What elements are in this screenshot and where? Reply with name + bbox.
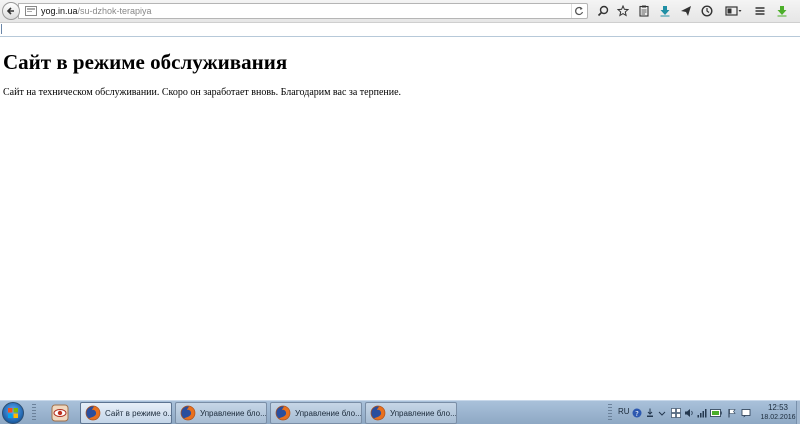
taskbar-window-3[interactable]: Управление бло... — [270, 402, 362, 424]
page-title: Сайт в режиме обслуживания — [3, 50, 288, 74]
star-icon[interactable] — [615, 3, 631, 19]
reload-icon[interactable] — [571, 4, 585, 18]
menu-icon[interactable] — [752, 3, 768, 19]
firefox-icon — [370, 405, 386, 421]
reading-list-icon[interactable] — [636, 3, 652, 19]
maintenance-message: Сайт на техническом обслуживании. Скоро … — [3, 87, 402, 98]
start-button[interactable] — [2, 402, 24, 424]
taskbar-grip — [32, 404, 36, 422]
url-host: yog.in.ua — [41, 6, 78, 16]
task-label: Управление бло... — [390, 408, 456, 418]
windows-taskbar: Сайт в режиме о... Управление бло... Упр… — [0, 400, 800, 424]
flag-icon[interactable] — [727, 407, 737, 418]
search-icon[interactable] — [595, 3, 611, 19]
toolbar-divider — [0, 22, 800, 23]
network-signal-icon[interactable] — [697, 407, 707, 418]
site-info-icon[interactable] — [23, 4, 39, 18]
content-top-border — [0, 36, 800, 37]
taskbar-window-1[interactable]: Сайт в режиме о... — [80, 402, 172, 424]
firefox-icon — [85, 405, 101, 421]
svg-text:?: ? — [635, 409, 639, 417]
firefox-icon — [275, 405, 291, 421]
taskbar-window-2[interactable]: Управление бло... — [175, 402, 267, 424]
taskbar-window-4[interactable]: Управление бло... — [365, 402, 457, 424]
task-label: Управление бло... — [295, 408, 361, 418]
settings-icon[interactable] — [645, 407, 655, 418]
browser-toolbar: yog.in.ua/su-dzhok-terapiya — [0, 0, 800, 22]
windows-logo-icon — [8, 408, 18, 418]
back-button[interactable] — [2, 2, 20, 20]
url-text[interactable]: yog.in.ua/su-dzhok-terapiya — [41, 6, 152, 16]
windows-flag-icon[interactable] — [671, 407, 681, 418]
url-path: /su-dzhok-terapiya — [77, 6, 152, 16]
green-arrow-icon[interactable] — [774, 3, 790, 19]
show-desktop-button[interactable] — [796, 401, 800, 424]
language-indicator[interactable]: RU — [618, 407, 630, 416]
text-cursor — [1, 24, 2, 34]
address-bar[interactable]: yog.in.ua/su-dzhok-terapiya — [18, 3, 588, 19]
history-icon[interactable] — [699, 3, 715, 19]
battery-icon[interactable] — [710, 407, 722, 418]
clock-date: 18.02.2016 — [760, 414, 796, 421]
screenshot-icon[interactable] — [724, 3, 744, 19]
page-content: Сайт в режиме обслуживания Сайт на техни… — [3, 50, 793, 99]
volume-icon[interactable] — [684, 407, 694, 418]
download-icon[interactable] — [657, 3, 673, 19]
system-clock[interactable]: 12:53 18.02.2016 — [758, 403, 798, 423]
pinned-app-eye-icon[interactable] — [50, 403, 70, 423]
firefox-icon — [180, 405, 196, 421]
task-label: Управление бло... — [200, 408, 266, 418]
send-icon[interactable] — [678, 3, 694, 19]
task-label: Сайт в режиме о... — [105, 408, 171, 418]
action-center-icon[interactable] — [741, 407, 751, 418]
back-arrow-icon — [6, 7, 14, 15]
clock-time: 12:53 — [767, 403, 789, 412]
tray-grip — [608, 404, 612, 422]
chevron-down-icon[interactable] — [657, 407, 667, 418]
help-icon[interactable]: ? — [632, 407, 642, 418]
